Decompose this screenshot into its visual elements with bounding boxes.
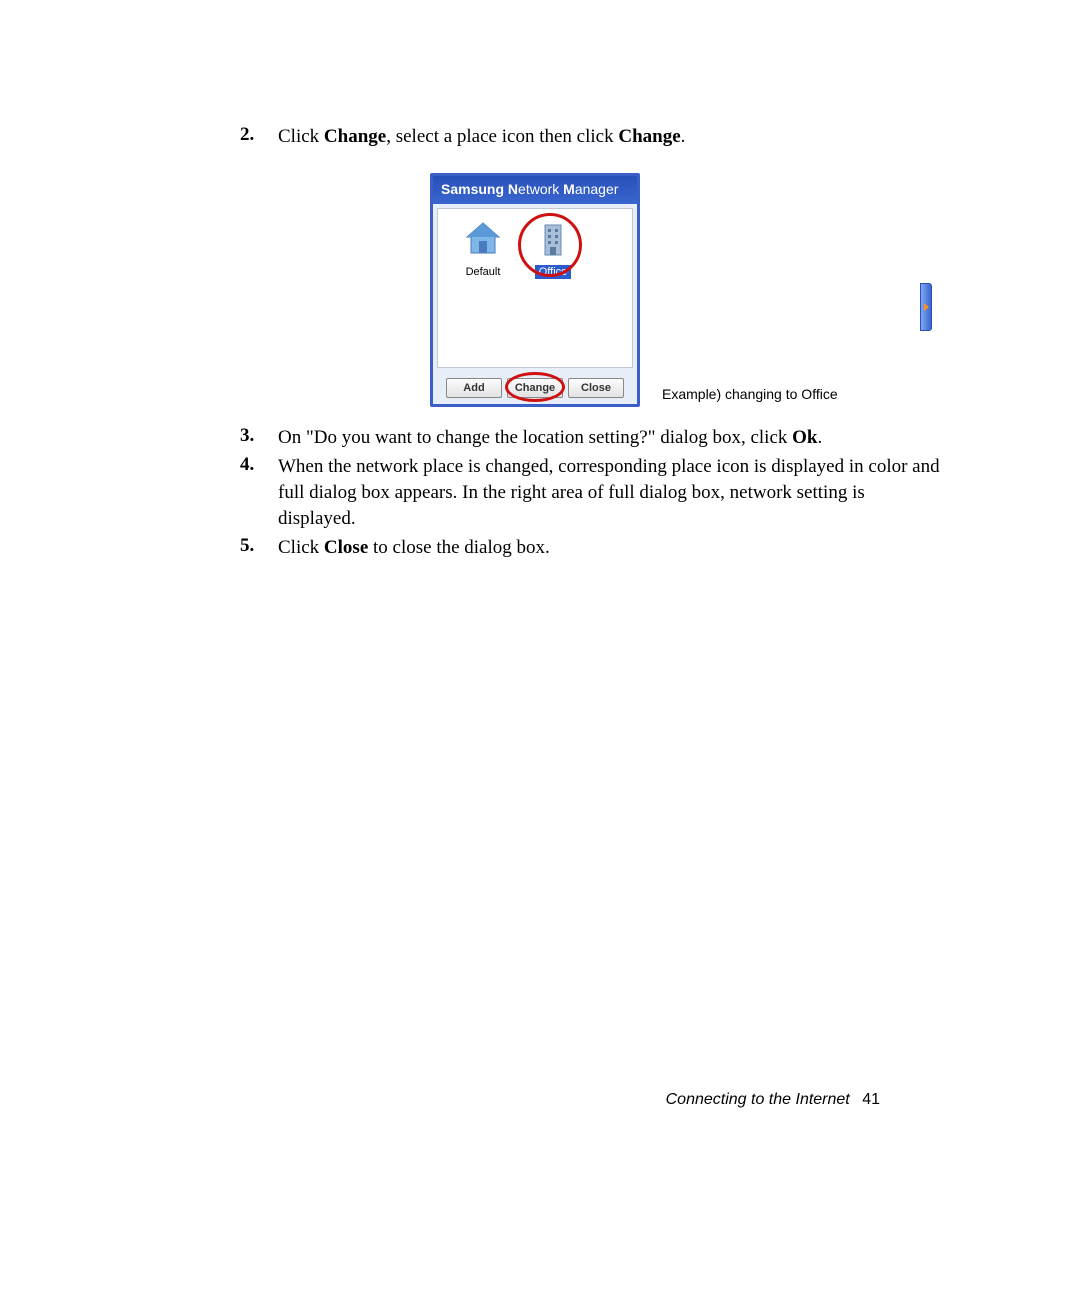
example-screenshot: Samsung Network Manager Default xyxy=(430,173,930,407)
place-office[interactable]: Office xyxy=(520,219,586,280)
button-bar: Add Change Close xyxy=(433,372,637,404)
change-button[interactable]: Change xyxy=(507,378,563,398)
house-icon xyxy=(463,219,503,259)
step-text: Click Close to close the dialog box. xyxy=(278,535,550,561)
place-label-default: Default xyxy=(462,265,505,279)
step-2: 2. Click Change, select a place icon the… xyxy=(240,124,940,150)
expand-handle[interactable] xyxy=(920,283,932,331)
screenshot-caption: Example) changing to Office xyxy=(662,386,838,402)
step-text: On "Do you want to change the location s… xyxy=(278,425,822,451)
icon-area: Default xyxy=(437,208,633,368)
app-title: Samsung Network Manager xyxy=(441,181,618,197)
step-text: Click Change, select a place icon then c… xyxy=(278,124,685,150)
app-window: Samsung Network Manager Default xyxy=(430,173,640,407)
step-text: When the network place is changed, corre… xyxy=(278,454,940,531)
step-number: 2. xyxy=(240,124,278,150)
title-bar: Samsung Network Manager xyxy=(433,176,637,204)
step-number: 3. xyxy=(240,425,278,451)
place-default[interactable]: Default xyxy=(450,219,516,280)
step-4: 4. When the network place is changed, co… xyxy=(240,454,940,531)
place-label-office: Office xyxy=(535,265,572,279)
step-5: 5. Click Close to close the dialog box. xyxy=(240,535,940,561)
page-footer: Connecting to the Internet 41 xyxy=(666,1091,880,1109)
step-number: 4. xyxy=(240,454,278,531)
page-number: 41 xyxy=(862,1091,880,1108)
step-3: 3. On "Do you want to change the locatio… xyxy=(240,425,940,451)
building-icon xyxy=(533,219,573,259)
add-button[interactable]: Add xyxy=(446,378,502,398)
step-number: 5. xyxy=(240,535,278,561)
close-button[interactable]: Close xyxy=(568,378,624,398)
footer-section: Connecting to the Internet xyxy=(666,1091,850,1108)
